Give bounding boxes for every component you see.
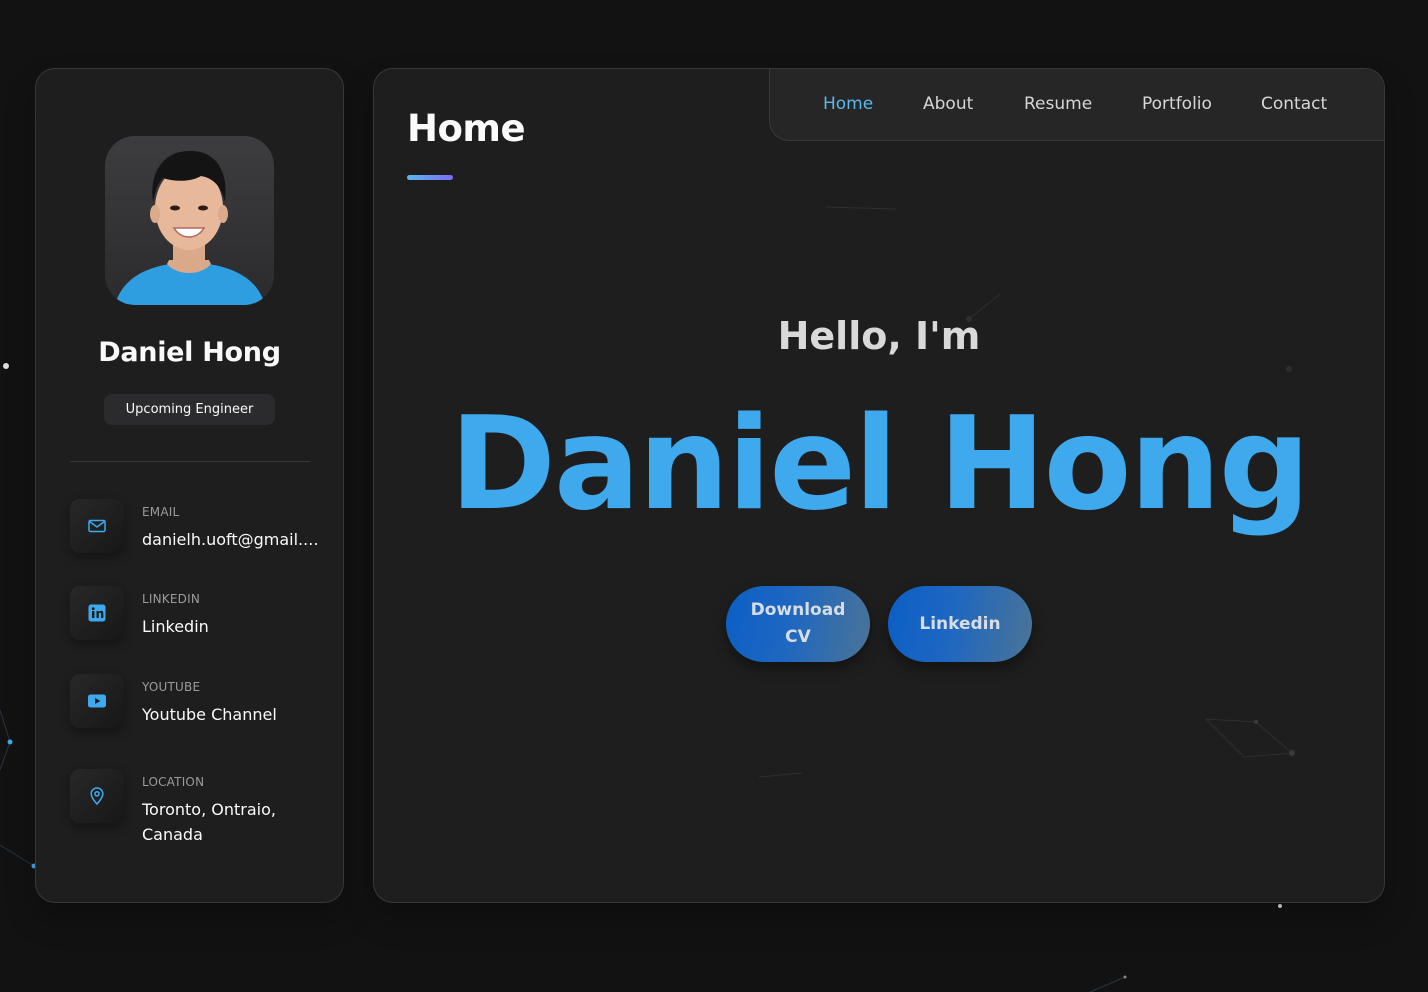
email-link[interactable]: danielh.uoft@gmail.... <box>142 527 332 552</box>
top-navbar: Home About Resume Portfolio Contact <box>769 69 1384 141</box>
download-cv-button[interactable]: Download CV <box>726 586 870 662</box>
mail-icon <box>88 519 106 533</box>
contact-label: LINKEDIN <box>142 592 201 606</box>
email-icon-box <box>70 499 124 553</box>
youtube-icon <box>88 694 106 708</box>
linkedin-button[interactable]: Linkedin <box>888 586 1032 662</box>
linkedin-icon <box>88 604 106 622</box>
hero-name: Daniel Hong <box>449 390 1311 539</box>
nav-contact[interactable]: Contact <box>1261 94 1327 114</box>
profile-sidebar: Daniel Hong Upcoming Engineer EMAIL dani… <box>35 68 344 903</box>
nav-resume[interactable]: Resume <box>1024 94 1092 114</box>
title-underline <box>407 175 453 180</box>
nav-about[interactable]: About <box>923 94 973 114</box>
profile-name: Daniel Hong <box>98 337 281 368</box>
linkedin-icon-box <box>70 586 124 640</box>
linkedin-link[interactable]: Linkedin <box>142 614 332 639</box>
greeting-text: Hello, I'm <box>777 314 981 358</box>
nav-home[interactable]: Home <box>823 94 873 114</box>
contact-label: YOUTUBE <box>142 680 201 694</box>
page-title: Home <box>407 107 526 150</box>
youtube-link[interactable]: Youtube Channel <box>142 702 332 727</box>
main-content: Home About Resume Portfolio Contact Home… <box>373 68 1385 903</box>
contact-label: EMAIL <box>142 505 180 519</box>
profile-title-badge: Upcoming Engineer <box>104 394 275 425</box>
nav-portfolio[interactable]: Portfolio <box>1142 94 1212 114</box>
location-icon-box <box>70 769 124 823</box>
profile-photo <box>115 150 265 305</box>
contact-label: LOCATION <box>142 775 205 789</box>
avatar <box>105 136 274 305</box>
location-pin-icon <box>90 787 104 806</box>
sidebar-divider <box>70 461 310 462</box>
location-value: Toronto, Ontraio, Canada <box>142 800 276 844</box>
youtube-icon-box <box>70 674 124 728</box>
